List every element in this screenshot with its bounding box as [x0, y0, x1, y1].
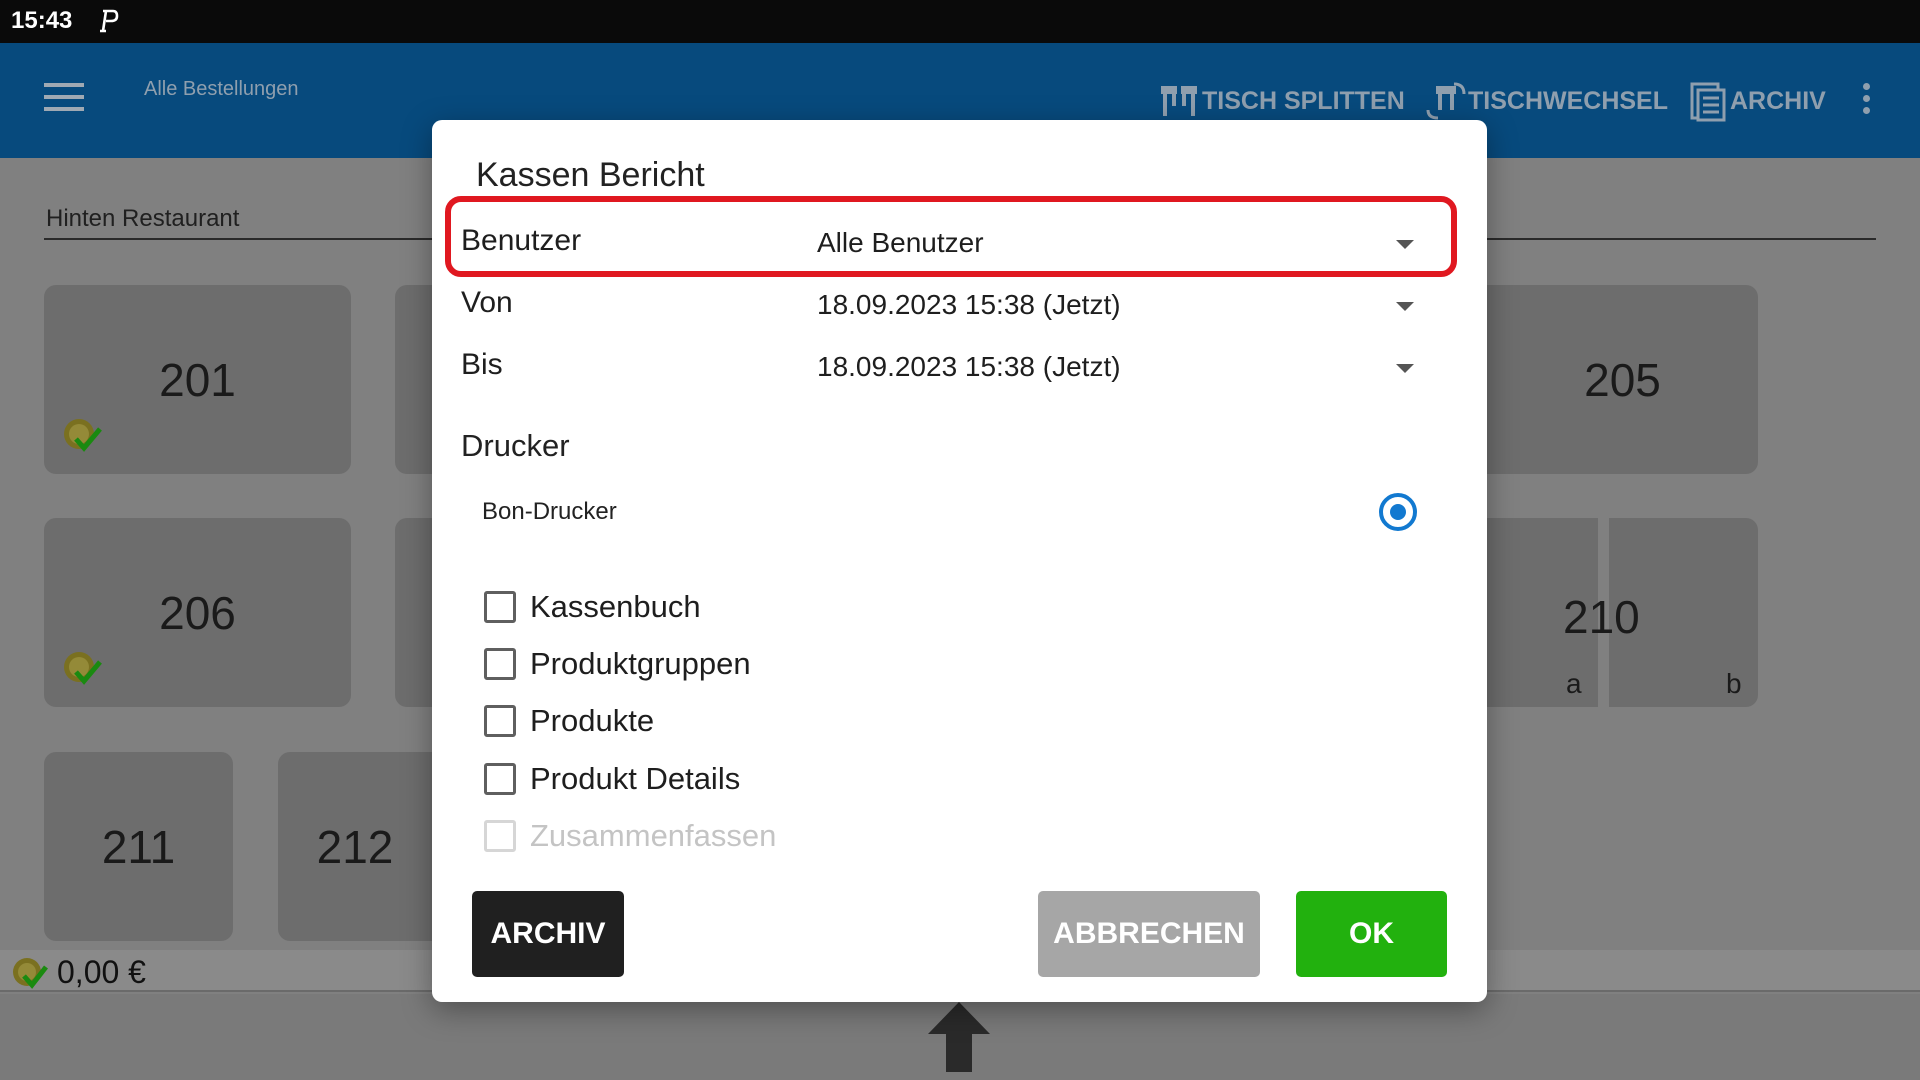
arrow-up-icon[interactable] — [928, 1002, 990, 1072]
coin-check-icon — [64, 419, 102, 452]
table-number: 206 — [159, 586, 236, 639]
printer-radio[interactable] — [1379, 493, 1417, 531]
checkbox-label: Produkt Details — [530, 761, 741, 796]
printer-section-label: Drucker — [461, 428, 570, 463]
table-number: 211 — [101, 820, 176, 873]
table-205[interactable]: 205 — [1487, 285, 1758, 474]
checkbox[interactable] — [484, 763, 516, 795]
status-bar: 15:43 — [0, 0, 1920, 43]
checkbox-label: Produktgruppen — [530, 646, 751, 681]
table-number: 212 — [316, 820, 394, 873]
table-number: 210 — [1563, 591, 1640, 643]
to-label: Bis — [461, 348, 503, 381]
archive-button[interactable]: ARCHIV — [472, 891, 624, 977]
archive-appbar-button[interactable]: ARCHIV — [1686, 79, 1826, 123]
overflow-menu-icon[interactable] — [1858, 83, 1874, 121]
area-name: Hinten Restaurant — [46, 205, 240, 232]
split-table-button[interactable]: TISCH SPLITTEN — [1158, 79, 1405, 123]
from-value: 18.09.2023 15:38 (Jetzt) — [817, 289, 1121, 320]
table-number: 201 — [159, 353, 236, 406]
subtable-a-label: a — [1566, 668, 1582, 699]
table-change-icon — [1426, 82, 1466, 120]
cancel-button[interactable]: ABBRECHEN — [1038, 891, 1260, 977]
hamburger-menu-icon[interactable] — [44, 83, 84, 113]
printer-option[interactable]: Bon-Drucker — [482, 490, 1417, 536]
dropdown-arrow-icon — [1396, 364, 1414, 373]
checkbox — [484, 820, 516, 852]
checkbox[interactable] — [484, 705, 516, 737]
total-amount: 0,00 € — [57, 954, 146, 990]
app-bar-title: Alle Bestellungen — [144, 78, 299, 100]
subtable-b-label: b — [1726, 668, 1742, 699]
ok-button[interactable]: OK — [1296, 891, 1447, 977]
checkbox-product-details[interactable]: Produkt Details — [484, 756, 984, 802]
user-value: Alle Benutzer — [817, 227, 984, 258]
checkbox-product-groups[interactable]: Produktgruppen — [484, 641, 984, 687]
report-dialog: Kassen Bericht Benutzer Alle Benutzer Vo… — [432, 120, 1487, 1002]
checkbox-products[interactable]: Produkte — [484, 698, 984, 744]
dropdown-arrow-icon — [1396, 240, 1414, 249]
dialog-title: Kassen Bericht — [476, 156, 705, 194]
checkbox-label: Zusammenfassen — [530, 818, 777, 853]
user-select[interactable]: Benutzer Alle Benutzer — [461, 218, 1436, 268]
coin-check-icon — [13, 958, 48, 989]
status-time: 15:43 — [11, 7, 73, 34]
checkbox-label: Kassenbuch — [530, 589, 701, 624]
checkbox[interactable] — [484, 591, 516, 623]
table-212[interactable]: 212 — [278, 752, 432, 941]
user-label: Benutzer — [461, 224, 582, 257]
checkbox-label: Produkte — [530, 703, 655, 738]
coin-check-icon — [64, 652, 102, 685]
split-table-icon — [1161, 86, 1197, 116]
to-select[interactable]: Bis 18.09.2023 15:38 (Jetzt) — [461, 342, 1436, 392]
table-211[interactable]: 211 — [44, 752, 233, 941]
table-number: 205 — [1584, 353, 1661, 406]
archive-appbar-label: ARCHIV — [1730, 86, 1826, 115]
table-change-button[interactable]: TISCHWECHSEL — [1424, 79, 1668, 123]
checkbox-summarize: Zusammenfassen — [484, 813, 984, 859]
p-notification-icon — [100, 9, 119, 33]
table-202-partial[interactable] — [395, 285, 435, 474]
to-value: 18.09.2023 15:38 (Jetzt) — [817, 351, 1121, 382]
dropdown-arrow-icon — [1396, 302, 1414, 311]
from-select[interactable]: Von 18.09.2023 15:38 (Jetzt) — [461, 280, 1436, 330]
archive-icon — [1690, 82, 1726, 122]
table-change-label: TISCHWECHSEL — [1468, 86, 1668, 115]
split-table-label: TISCH SPLITTEN — [1202, 86, 1405, 115]
checkbox[interactable] — [484, 648, 516, 680]
printer-label: Bon-Drucker — [482, 498, 617, 525]
from-label: Von — [461, 286, 513, 319]
checkbox-cashbook[interactable]: Kassenbuch — [484, 584, 984, 630]
table-207-partial[interactable] — [395, 518, 435, 707]
